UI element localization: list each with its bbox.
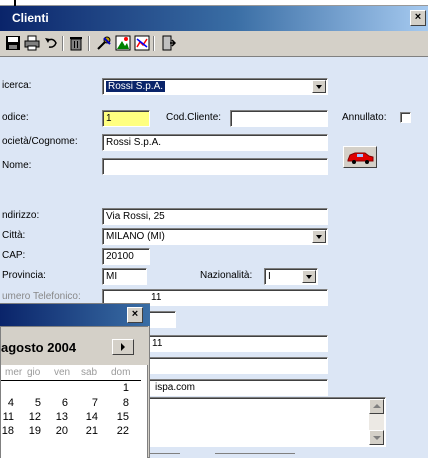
note-textarea[interactable] [148, 397, 386, 447]
indirizzo-field[interactable]: Via Rossi, 25 [102, 208, 328, 225]
car-icon [347, 152, 374, 164]
image-icon[interactable] [115, 35, 131, 51]
nome-field[interactable] [102, 158, 328, 175]
citta-value: MILANO (MI) [106, 231, 165, 242]
window-title: Clienti [12, 11, 49, 25]
fax-field[interactable]: 11 [148, 335, 328, 352]
nazionalita-combo[interactable]: I [264, 268, 318, 285]
calendar-month: agosto 2004 [1, 340, 77, 355]
annullato-checkbox[interactable] [400, 112, 411, 123]
toolbar-separator [88, 36, 90, 51]
button-edge [150, 453, 180, 458]
cellulare-field[interactable] [148, 357, 328, 374]
codice-label: odice: [2, 112, 29, 123]
ricerca-value: Rossi S.p.A. [106, 81, 166, 92]
cap-field[interactable]: 20100 [102, 248, 150, 265]
telefono-extra-field[interactable] [148, 311, 176, 328]
weekday-label: gio [27, 367, 41, 378]
close-button[interactable]: × [410, 10, 426, 26]
telefono-label: umero Telefonico: [2, 291, 81, 302]
calendar-day[interactable]: 13 [52, 411, 68, 423]
next-month-button[interactable] [112, 339, 134, 355]
calendar-day[interactable]: 20 [52, 425, 68, 437]
chevron-down-icon[interactable] [302, 270, 316, 283]
print-icon[interactable] [24, 35, 40, 51]
scroll-up-icon[interactable] [369, 399, 384, 414]
calendar-day[interactable]: 12 [25, 411, 41, 423]
calendar-popup: × agosto 2004 mer gio ven sab dom 1 4 5 … [0, 303, 150, 458]
calendar-day[interactable]: 6 [52, 397, 68, 409]
citta-combo[interactable]: MILANO (MI) [102, 228, 328, 245]
weekday-divider [1, 380, 141, 381]
societa-label: ocietà/Cognome: [2, 136, 78, 147]
cap-label: CAP: [2, 250, 26, 261]
chevron-down-icon[interactable] [312, 230, 326, 243]
calendar-day[interactable]: 1 [113, 382, 129, 394]
toolbar-separator [153, 36, 155, 51]
societa-field[interactable]: Rossi S.p.A. [102, 134, 328, 151]
nome-label: Nome: [2, 160, 32, 171]
button-edge [215, 453, 295, 458]
annullato-label: Annullato: [342, 112, 387, 123]
codice-field[interactable]: 1 [102, 110, 150, 127]
ricerca-combo[interactable]: Rossi S.p.A. [102, 78, 328, 95]
provincia-field[interactable]: MI [102, 268, 147, 285]
calendar-day[interactable]: 8 [113, 397, 129, 409]
toolbar-separator [62, 36, 64, 51]
calendar-day[interactable]: 5 [25, 397, 41, 409]
chevron-down-icon[interactable] [312, 80, 326, 93]
delete-icon[interactable] [68, 35, 84, 51]
calendar-header: agosto 2004 [1, 327, 149, 365]
cod-cliente-field[interactable] [230, 110, 328, 127]
chart-icon[interactable] [134, 35, 150, 51]
weekday-label: mer [5, 367, 23, 378]
exit-icon[interactable] [160, 35, 176, 51]
email-field[interactable]: ispa.com [148, 379, 328, 396]
weekday-label: dom [111, 367, 131, 378]
weekday-label: ven [54, 367, 71, 378]
calendar-day[interactable]: 18 [0, 425, 14, 437]
calendar-day[interactable]: 22 [113, 425, 129, 437]
title-bar: Clienti [0, 6, 428, 31]
provincia-label: Provincia: [2, 270, 46, 281]
weekday-label: sab [81, 367, 98, 378]
citta-label: Città: [2, 230, 26, 241]
indirizzo-label: ndirizzo: [2, 210, 40, 221]
calendar-day[interactable]: 14 [82, 411, 98, 423]
calendar-close-button[interactable]: × [127, 307, 143, 323]
clienti-window: Clienti × icerca: Rossi S.p.A. odice: 1 … [0, 0, 428, 458]
cod-cliente-label: Cod.Cliente: [166, 112, 222, 123]
calendar-day[interactable]: 15 [113, 411, 129, 423]
calendar-day[interactable]: 11 [0, 411, 14, 423]
scroll-down-icon[interactable] [369, 430, 384, 445]
calendar-body: agosto 2004 mer gio ven sab dom 1 4 5 6 … [0, 326, 149, 458]
nazionalita-label: Nazionalità: [200, 270, 253, 281]
car-button[interactable] [343, 146, 377, 168]
tools-icon[interactable] [96, 35, 112, 51]
save-icon[interactable] [5, 35, 21, 51]
nazionalita-value: I [268, 271, 271, 282]
calendar-day[interactable]: 7 [82, 397, 98, 409]
undo-icon[interactable] [43, 35, 59, 51]
calendar-day[interactable]: 4 [0, 397, 14, 409]
calendar-day[interactable]: 19 [25, 425, 41, 437]
note-scrollbar[interactable] [369, 399, 384, 445]
toolbar [0, 31, 428, 57]
ricerca-label: icerca: [2, 80, 32, 91]
calendar-day[interactable]: 21 [82, 425, 98, 437]
